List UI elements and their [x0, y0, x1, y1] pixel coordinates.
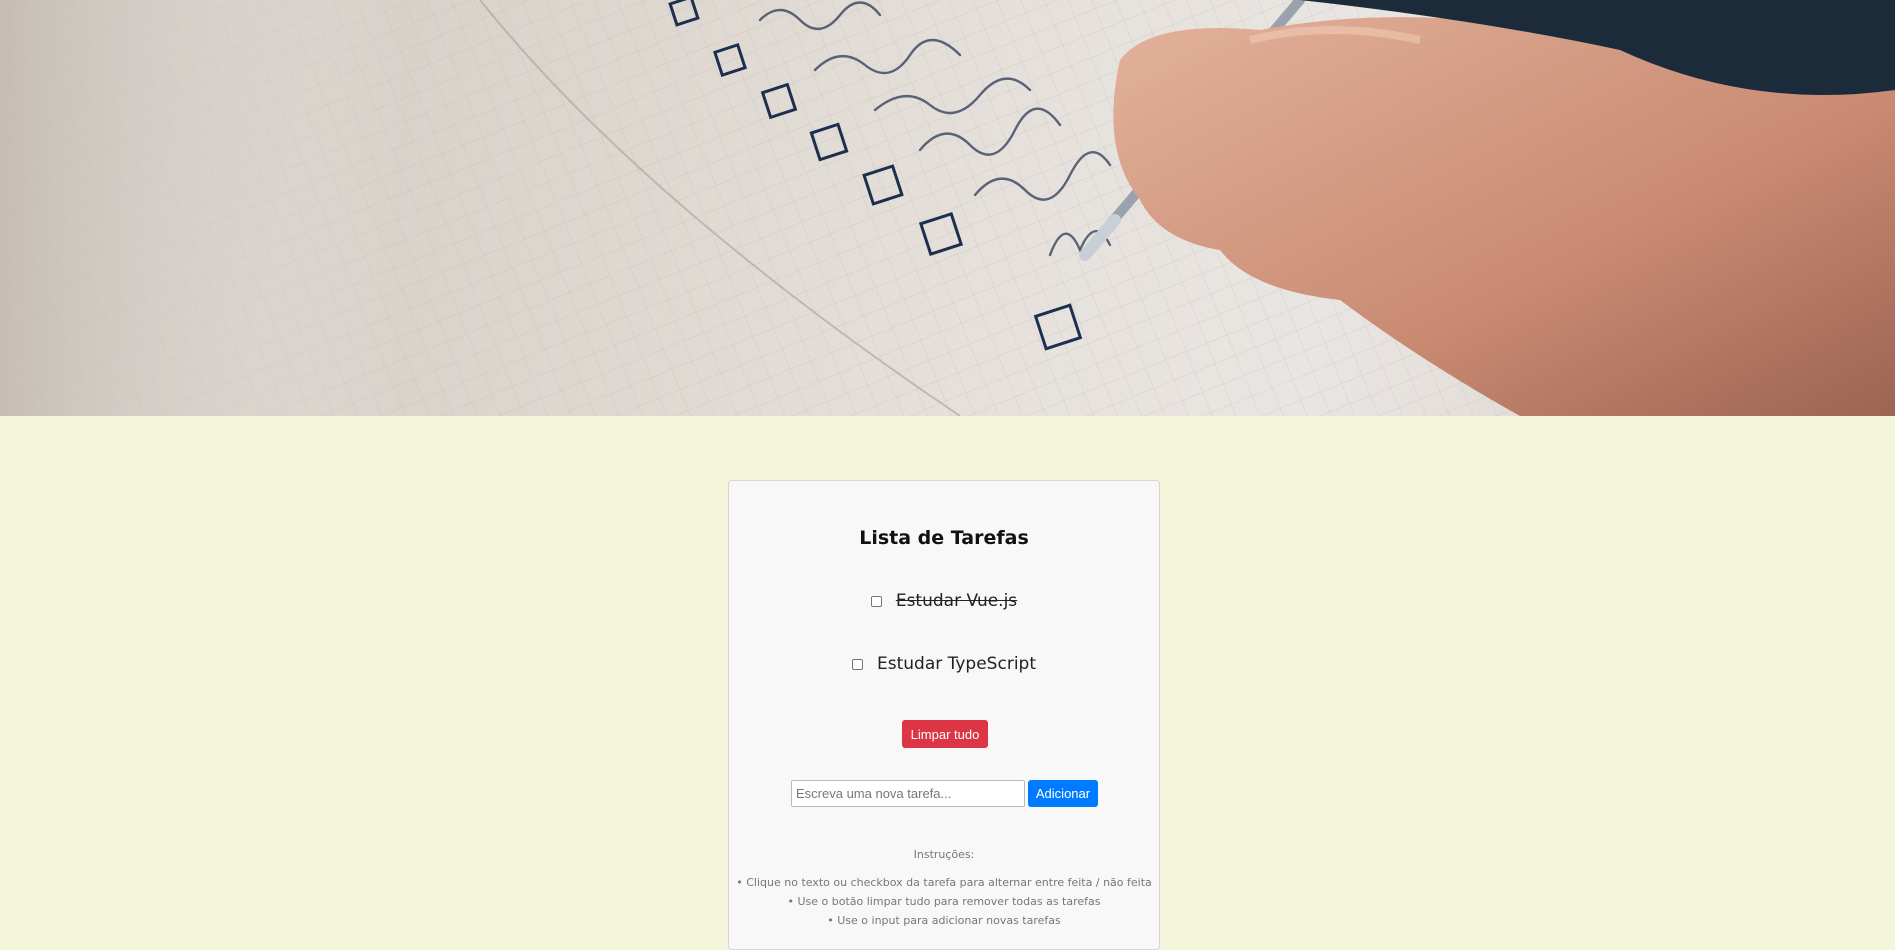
hero-banner — [0, 0, 1895, 416]
page-title: Lista de Tarefas — [859, 527, 1029, 549]
clear-all-button[interactable]: Limpar tudo — [902, 720, 988, 748]
notebook-checklist-photo — [0, 0, 1895, 416]
todo-card: Lista de Tarefas Estudar Vue.js Estudar … — [728, 480, 1160, 950]
instruction-item: Clique no texto ou checkbox da tarefa pa… — [729, 873, 1159, 892]
instruction-item: Use o input para adicionar novas tarefas — [729, 911, 1159, 930]
instructions-title: Instruções: — [913, 848, 975, 861]
new-task-input[interactable]: Escreva uma nova tarefa... — [791, 780, 1025, 807]
task-checkbox[interactable] — [870, 595, 882, 607]
task-item[interactable]: Estudar TypeScript — [729, 654, 1159, 674]
add-task-button[interactable]: Adicionar — [1028, 780, 1098, 807]
instructions-list: Clique no texto ou checkbox da tarefa pa… — [729, 873, 1159, 930]
add-task-form: Escreva uma nova tarefa... Adicionar — [791, 780, 1098, 807]
task-item[interactable]: Estudar Vue.js — [729, 591, 1159, 611]
task-checkbox[interactable] — [852, 658, 863, 670]
instruction-item: Use o botão limpar tudo para remover tod… — [729, 892, 1159, 911]
task-label[interactable]: Estudar Vue.js — [896, 591, 1017, 611]
task-label[interactable]: Estudar TypeScript — [877, 654, 1036, 674]
